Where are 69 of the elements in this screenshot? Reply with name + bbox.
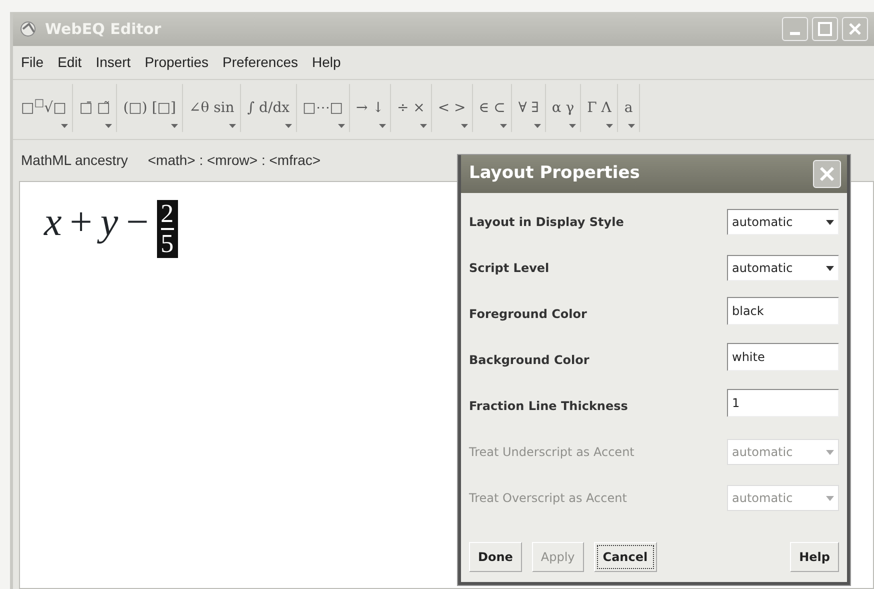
- input-field[interactable]: black: [727, 297, 839, 325]
- math-operator: +: [70, 198, 92, 246]
- input-field[interactable]: 1: [727, 389, 839, 417]
- field-label: Treat Overscript as Accent: [469, 490, 627, 507]
- math-variable: x: [44, 198, 62, 246]
- palette-button[interactable]: a: [618, 84, 640, 132]
- math-operator: −: [126, 198, 149, 246]
- caret-icon: [569, 124, 576, 128]
- window-title: WebEQ Editor: [45, 18, 162, 40]
- caret-icon: [105, 124, 112, 128]
- palette-button[interactable]: Γ Λ: [581, 84, 618, 132]
- dialog-button[interactable]: Cancel: [594, 542, 657, 572]
- caret-icon: [500, 124, 508, 128]
- caret-icon: [826, 266, 834, 270]
- palette-button[interactable]: ∠θ sin: [182, 84, 242, 132]
- caret-icon: [338, 124, 346, 128]
- caret-icon: [628, 124, 635, 128]
- close-icon: [848, 22, 862, 36]
- caret-icon: [284, 124, 292, 128]
- palette-button[interactable]: → ↓: [350, 84, 391, 132]
- ancestry-label: MathML ancestry: [21, 151, 128, 170]
- menu-item[interactable]: Properties: [144, 52, 209, 73]
- maximize-button[interactable]: [812, 17, 838, 41]
- minimize-button[interactable]: [782, 17, 808, 41]
- caret-icon: [534, 124, 541, 128]
- palette-button[interactable]: ∫ d/dx: [241, 84, 297, 132]
- menu-item[interactable]: Preferences: [222, 52, 298, 73]
- caret-icon: [61, 124, 68, 128]
- menu-item[interactable]: Help: [312, 52, 341, 73]
- caret-icon: [420, 124, 427, 128]
- caret-icon: [460, 124, 468, 128]
- field-label: Background Color: [469, 352, 590, 369]
- caret-icon: [229, 124, 236, 128]
- dialog-button[interactable]: Help: [790, 542, 839, 572]
- close-icon: [819, 166, 835, 182]
- palette-button[interactable]: (□) [□]: [117, 84, 183, 132]
- caret-icon: [826, 450, 834, 454]
- palette-button[interactable]: □$^{□}$√□: [15, 84, 74, 132]
- dialog-button[interactable]: Done: [469, 542, 522, 572]
- input-field[interactable]: white: [727, 343, 839, 371]
- menu-item[interactable]: Insert: [96, 52, 131, 73]
- caret-icon: [378, 124, 386, 128]
- caret-icon: [606, 124, 614, 128]
- palette-button[interactable]: □̄ □̃: [73, 84, 118, 132]
- close-button[interactable]: [813, 160, 841, 188]
- dialog-title: Layout Properties: [469, 162, 640, 186]
- field-label: Foreground Color: [469, 306, 587, 323]
- caret-icon: [826, 496, 834, 500]
- menu-item[interactable]: File: [21, 52, 44, 73]
- minimize-icon: [790, 32, 800, 35]
- ancestry-path: <math> : <mrow> : <mfrac>: [148, 151, 321, 170]
- dropdown[interactable]: automatic: [727, 209, 839, 235]
- palette-button[interactable]: < >: [432, 84, 473, 132]
- close-button[interactable]: [842, 17, 868, 41]
- field-label: Layout in Display Style: [469, 214, 624, 231]
- palette-button[interactable]: α γ: [546, 84, 582, 132]
- field-label: Fraction Line Thickness: [469, 398, 628, 415]
- field-label: Script Level: [469, 260, 550, 277]
- palette-button[interactable]: ÷ ×: [390, 84, 432, 132]
- palette-button[interactable]: ∀ ∃: [512, 84, 546, 132]
- caret-icon: [826, 220, 834, 224]
- palette-button[interactable]: ∈ ⊂: [472, 84, 512, 132]
- fraction[interactable]: 2 5: [156, 200, 178, 258]
- maximize-icon: [818, 22, 832, 36]
- palette-button[interactable]: □⋯□: [296, 84, 350, 132]
- dropdown[interactable]: automatic: [727, 255, 839, 281]
- caret-icon: [170, 124, 178, 128]
- menu-item[interactable]: Edit: [58, 52, 82, 73]
- field-label: Treat Underscript as Accent: [469, 444, 634, 461]
